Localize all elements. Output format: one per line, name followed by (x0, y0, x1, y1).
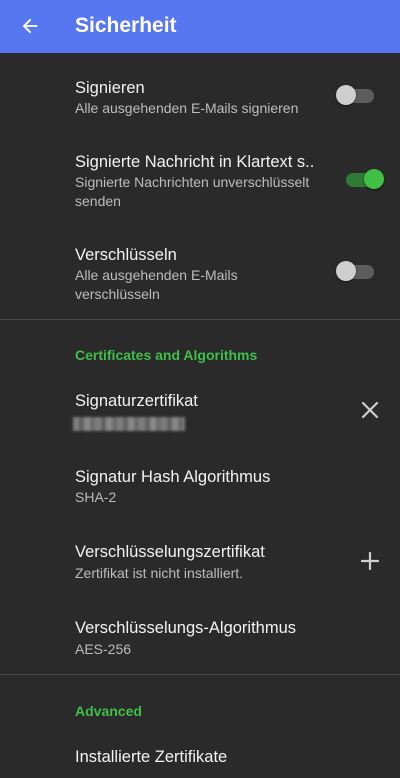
remove-certificate-button[interactable] (356, 396, 384, 424)
setting-title: Signierte Nachricht in Klartext s.. (75, 153, 315, 171)
setting-title: Verschlüsselungszertifikat (75, 543, 265, 561)
section-header-advanced: Advanced (75, 703, 142, 719)
back-button[interactable] (17, 13, 43, 39)
section-header-certificates: Certificates and Algorithms (75, 347, 258, 363)
setting-value: AES-256 (75, 641, 132, 657)
arrow-left-icon (22, 18, 38, 34)
toggle-knob (336, 85, 356, 105)
app-bar: Sicherheit (0, 0, 400, 53)
setting-title: Signatur Hash Algorithmus (75, 468, 271, 486)
setting-title: Installierte Zertifikate (75, 748, 228, 766)
setting-title: Verschlüsselungs-Algorithmus (75, 619, 297, 637)
setting-verschluesselungs-algorithmus[interactable]: Verschlüsselungs-Algorithmus AES-256 (0, 610, 400, 676)
setting-verschluesselungszertifikat[interactable]: Verschlüsselungszertifikat Zertifikat is… (0, 534, 400, 600)
setting-subtitle: Alle ausgehenden E-Mails verschlüsseln (75, 267, 238, 302)
setting-title: Verschlüsseln (75, 246, 177, 264)
toggle-knob (336, 261, 356, 281)
setting-subtitle: Zertifikat ist nicht installiert. (75, 565, 244, 581)
add-certificate-button[interactable] (356, 547, 384, 575)
redacted-certificate-name (73, 417, 185, 431)
divider (0, 674, 400, 675)
close-icon (361, 401, 379, 419)
klartext-toggle[interactable] (346, 169, 384, 189)
setting-klartext[interactable]: Signierte Nachricht in Klartext s.. Sign… (0, 140, 400, 226)
plus-icon (361, 552, 379, 570)
setting-signieren[interactable]: Signieren Alle ausgehenden E-Mails signi… (0, 54, 400, 128)
toggle-knob (364, 169, 384, 189)
setting-verschluesseln[interactable]: Verschlüsseln Alle ausgehenden E-Mails v… (0, 236, 400, 316)
setting-subtitle: Signierte Nachrichten unverschlüsselt se… (75, 174, 310, 209)
setting-title: Signaturzertifikat (75, 392, 198, 410)
signieren-toggle[interactable] (336, 85, 374, 105)
setting-title: Signieren (75, 79, 145, 97)
setting-installierte-zertifikate[interactable]: Installierte Zertifikate (0, 735, 400, 778)
divider (0, 319, 400, 320)
verschluesseln-toggle[interactable] (336, 261, 374, 281)
setting-hash-algorithmus[interactable]: Signatur Hash Algorithmus SHA-2 (0, 458, 400, 524)
setting-value: SHA-2 (75, 489, 117, 505)
setting-subtitle: Alle ausgehenden E-Mails signieren (75, 100, 299, 116)
setting-signaturzertifikat[interactable]: Signaturzertifikat (0, 382, 400, 448)
page-title: Sicherheit (75, 14, 177, 37)
